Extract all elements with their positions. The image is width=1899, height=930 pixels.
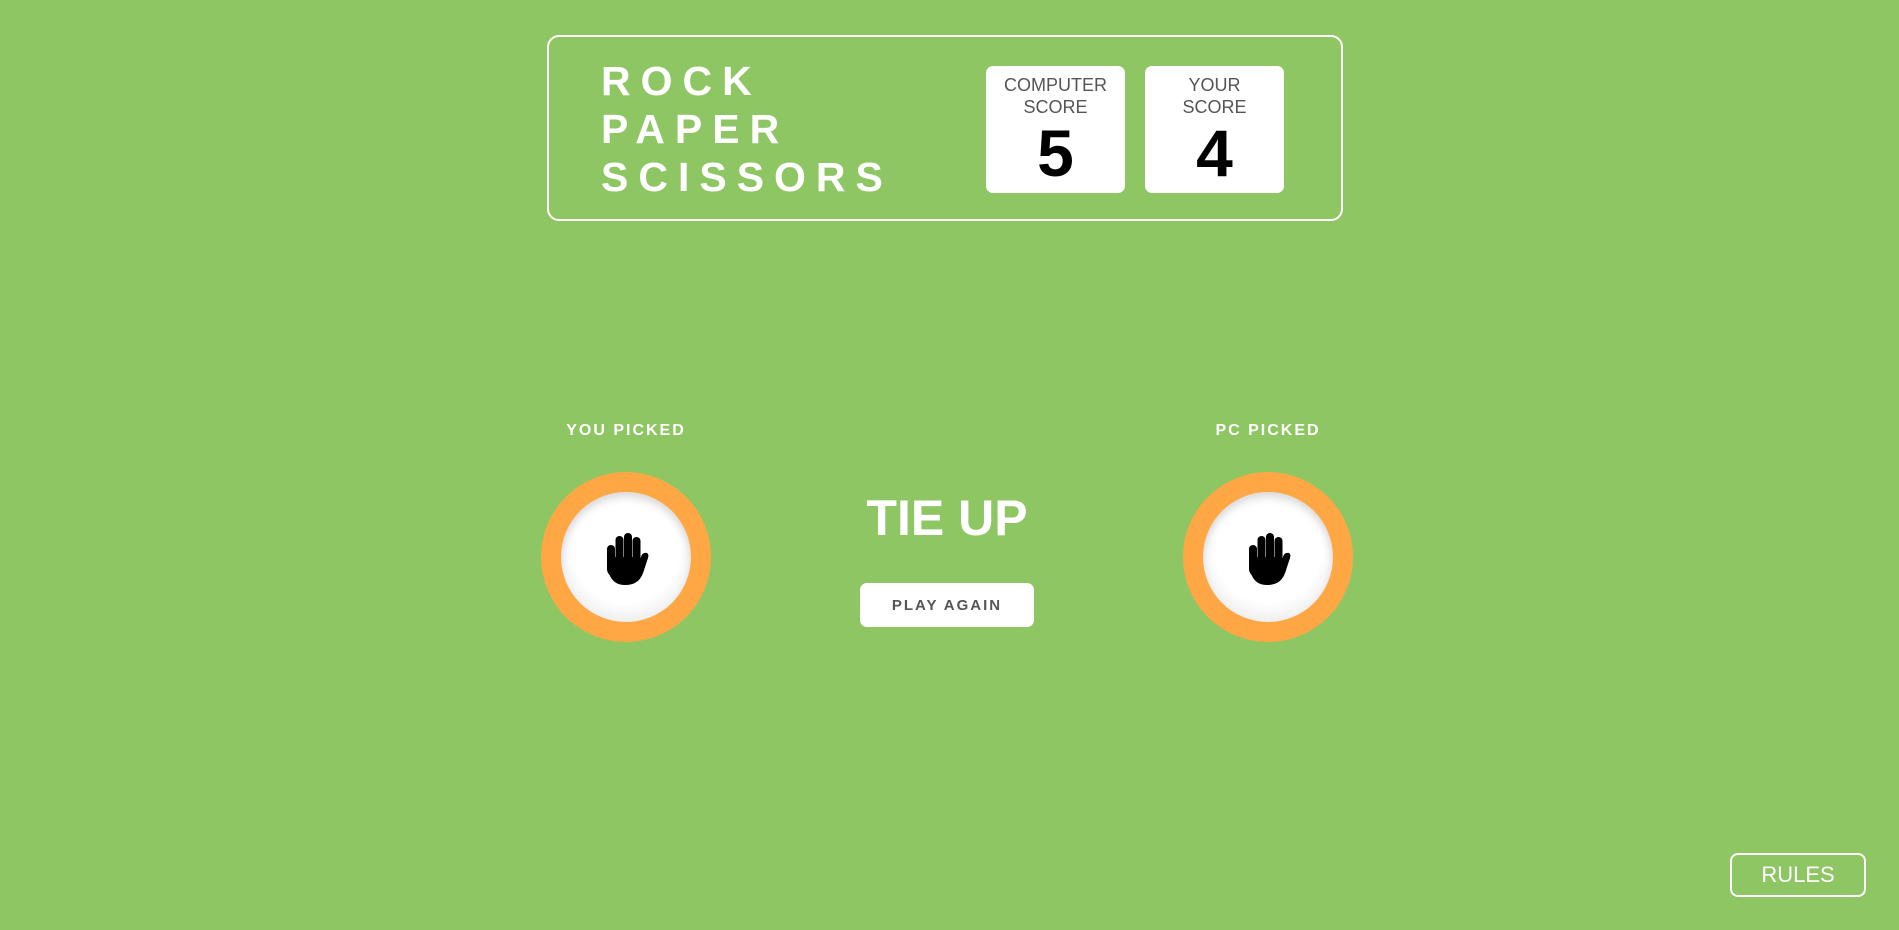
paper-hand-icon bbox=[1249, 533, 1291, 585]
title-line-scissors: SCISSORS bbox=[601, 154, 893, 200]
pc-picked-label: PC PICKED bbox=[1215, 422, 1321, 439]
you-pick-token-face bbox=[561, 492, 691, 622]
computer-score-label-line1: COMPUTER bbox=[1004, 75, 1107, 95]
your-score-label: YOUR SCORE bbox=[1145, 74, 1284, 118]
pc-pick-token-face bbox=[1203, 492, 1333, 622]
your-score-card: YOUR SCORE 4 bbox=[1145, 66, 1284, 193]
computer-score-card: COMPUTER SCORE 5 bbox=[986, 66, 1125, 193]
your-score-label-line1: YOUR bbox=[1188, 75, 1241, 95]
you-pick-token bbox=[541, 472, 711, 642]
computer-score-label: COMPUTER SCORE bbox=[986, 74, 1125, 118]
play-again-button[interactable]: PLAY AGAIN bbox=[860, 583, 1034, 627]
result-text: TIE UP bbox=[866, 490, 1028, 546]
you-picked-label: YOU PICKED bbox=[566, 422, 686, 439]
pc-pick-token bbox=[1183, 472, 1353, 642]
computer-score-label-line2: SCORE bbox=[1023, 97, 1088, 117]
your-score-value: 4 bbox=[1196, 116, 1233, 190]
paper-hand-icon bbox=[607, 533, 649, 585]
title-line-paper: PAPER bbox=[601, 106, 790, 152]
title-line-rock: ROCK bbox=[601, 58, 762, 104]
score-header: ROCK PAPER SCISSORS COMPUTER SCORE 5 YOU… bbox=[547, 35, 1343, 221]
rules-button[interactable]: RULES bbox=[1730, 853, 1866, 897]
game-title: ROCK PAPER SCISSORS bbox=[601, 57, 893, 201]
computer-score-value: 5 bbox=[1037, 116, 1074, 190]
your-score-label-line2: SCORE bbox=[1182, 97, 1247, 117]
